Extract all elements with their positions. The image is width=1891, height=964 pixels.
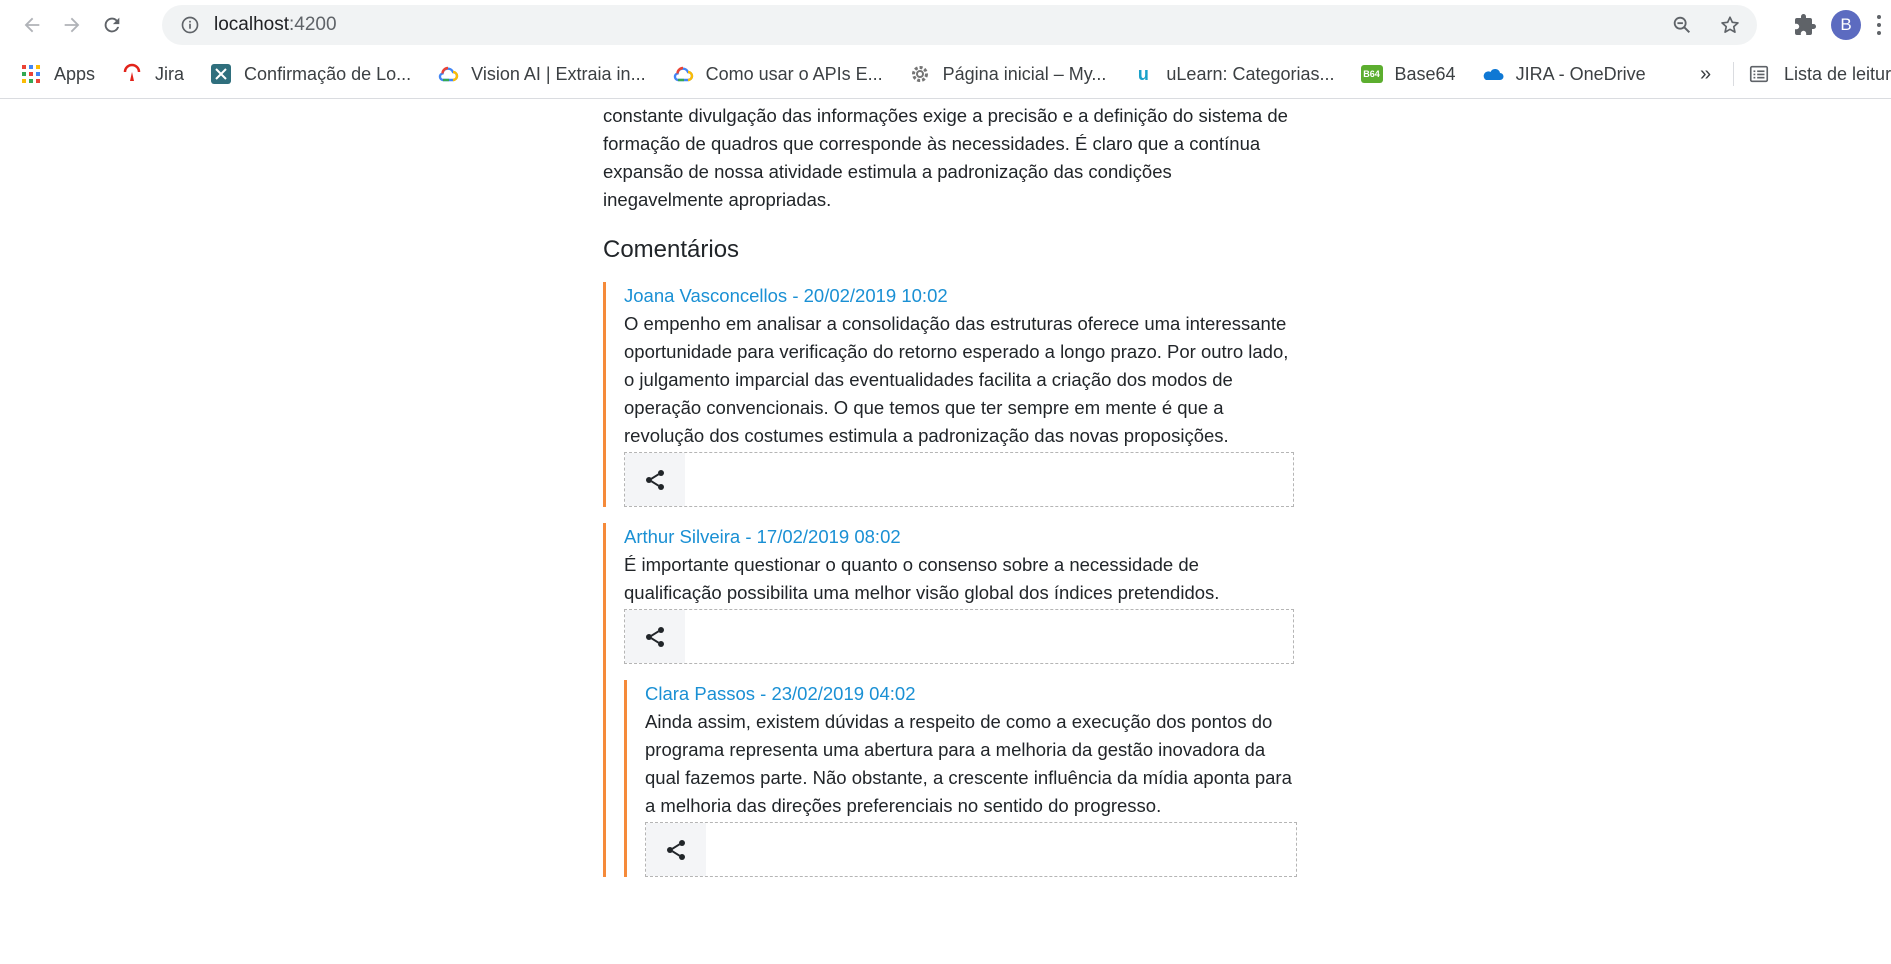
apps-grid-icon: [20, 63, 42, 85]
gear-icon: [909, 63, 931, 85]
share-icon: [646, 626, 664, 647]
comment-author-date[interactable]: Clara Passos - 23/02/2019 04:02: [645, 680, 1293, 708]
comment-actions: [624, 452, 1294, 507]
bookmark-star-icon[interactable]: [1713, 8, 1747, 42]
article-text: constante divulgação das informações exi…: [603, 105, 1288, 210]
google-cloud-icon: [672, 63, 694, 85]
share-icon: [667, 839, 685, 860]
zoom-icon[interactable]: [1665, 8, 1699, 42]
comment: Joana Vasconcellos - 20/02/2019 10:02 O …: [603, 282, 1294, 507]
confluence-icon: [210, 63, 232, 85]
comment-body: É importante questionar o quanto o conse…: [624, 554, 1220, 603]
jira-icon: [121, 63, 143, 85]
share-button[interactable]: [625, 453, 685, 506]
bookmark-label: Página inicial – My...: [942, 63, 1107, 84]
back-button[interactable]: [12, 5, 52, 45]
bookmark-jira-onedrive[interactable]: JIRA - OneDrive: [1482, 63, 1646, 85]
comment-body: Ainda assim, existem dúvidas a respeito …: [645, 711, 1292, 816]
extension-area: B: [1785, 5, 1891, 45]
bookmark-label: Vision AI | Extraia in...: [471, 63, 646, 84]
comment-actions: [645, 822, 1297, 877]
browser-menu-icon[interactable]: [1867, 5, 1891, 45]
bookmark-label: Apps: [54, 63, 96, 84]
share-icon: [646, 469, 664, 490]
bookmark-label: Como usar o APIs E...: [705, 63, 883, 84]
bookmark-label: JIRA - OneDrive: [1515, 63, 1646, 84]
bookmarks-bar: Apps Jira Confirmação de Lo... Vision AI…: [0, 50, 1891, 99]
bookmark-label: Base64: [1394, 63, 1456, 84]
bookmark-pagina-inicial[interactable]: Página inicial – My...: [909, 63, 1107, 85]
share-button[interactable]: [625, 610, 685, 663]
base64-badge: B64: [1360, 65, 1383, 83]
bookmark-ulearn[interactable]: u uLearn: Categorias...: [1132, 63, 1335, 85]
bookmark-label: Confirmação de Lo...: [244, 63, 412, 84]
comment-author-date[interactable]: Joana Vasconcellos - 20/02/2019 10:02: [624, 282, 1293, 310]
arrow-left-icon: [24, 17, 40, 33]
arrow-right-icon: [64, 17, 80, 33]
bookmarks-overflow-button[interactable]: »: [1700, 50, 1711, 98]
comments-title: Comentários: [603, 236, 740, 263]
bookmark-jira[interactable]: Jira: [121, 63, 184, 85]
base64-icon: B64: [1360, 63, 1383, 85]
reload-icon: [104, 17, 120, 33]
reading-list-button[interactable]: Lista de leitura: [1748, 50, 1891, 98]
url-port: :4200: [289, 14, 337, 35]
browser-toolbar: localhost:4200 B: [0, 0, 1891, 50]
comment-author-date[interactable]: Arthur Silveira - 17/02/2019 08:02: [624, 523, 1293, 551]
google-cloud-icon: [437, 63, 459, 85]
profile-avatar[interactable]: B: [1831, 10, 1861, 40]
page-content: constante divulgação das informações exi…: [603, 102, 1297, 893]
bookmark-como-usar-apis[interactable]: Como usar o APIs E...: [672, 63, 883, 85]
bookmark-vision-ai[interactable]: Vision AI | Extraia in...: [437, 63, 646, 85]
ulearn-icon: u: [1137, 63, 1149, 84]
bookmark-apps[interactable]: Apps: [20, 63, 95, 85]
comment: Arthur Silveira - 17/02/2019 08:02 É imp…: [603, 523, 1297, 877]
forward-button[interactable]: [52, 5, 92, 45]
omnibox-actions: [1665, 5, 1747, 45]
onedrive-icon: [1482, 63, 1504, 85]
extensions-puzzle-icon[interactable]: [1785, 5, 1825, 45]
comment-reply: Clara Passos - 23/02/2019 04:02 Ainda as…: [624, 680, 1297, 877]
bookmark-confirmacao[interactable]: Confirmação de Lo...: [210, 63, 411, 85]
bookmark-label: Jira: [155, 63, 185, 84]
comment-body: O empenho em analisar a consolidação das…: [624, 313, 1289, 446]
site-info-icon[interactable]: [178, 13, 202, 37]
comment-actions: [624, 609, 1294, 664]
reading-list-label: Lista de leitura: [1784, 63, 1891, 84]
url-host: localhost: [214, 14, 289, 35]
bookmark-base64[interactable]: B64 Base64: [1360, 63, 1456, 85]
reading-list-icon: [1749, 65, 1769, 83]
reload-button[interactable]: [92, 5, 132, 45]
bookmark-label: uLearn: Categorias...: [1166, 63, 1335, 84]
url-text: localhost:4200: [214, 14, 337, 36]
address-bar[interactable]: localhost:4200: [162, 5, 1757, 45]
bookmarks-divider: [1733, 62, 1734, 86]
share-button[interactable]: [646, 823, 706, 876]
